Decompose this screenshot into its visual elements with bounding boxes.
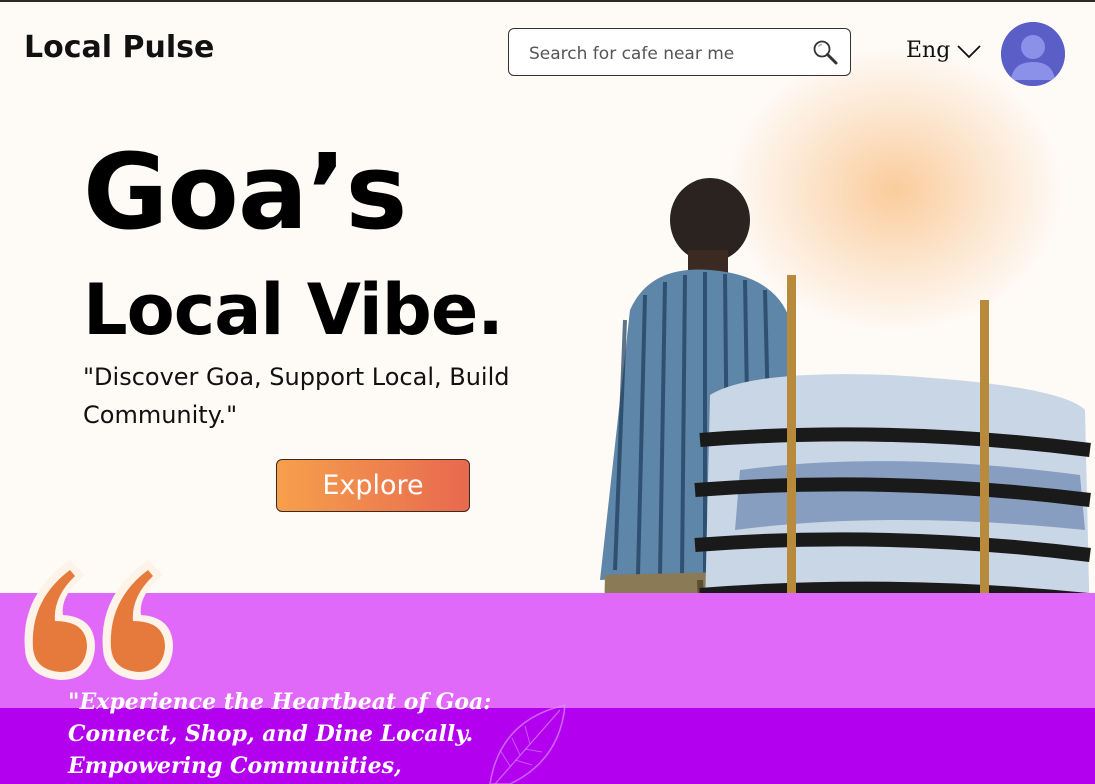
quote-line: Connect, Shop, and Dine Locally. — [68, 721, 474, 747]
search-bar[interactable] — [508, 28, 851, 76]
language-selector[interactable]: Eng — [906, 38, 982, 63]
search-icon[interactable] — [811, 38, 841, 68]
hero-title-line2: Local Vibe. — [83, 269, 504, 351]
avatar[interactable] — [1001, 22, 1065, 86]
quote-mark-icon — [24, 560, 173, 680]
brand-logo[interactable]: Local Pulse — [24, 30, 214, 65]
language-label: Eng — [906, 38, 951, 63]
top-border — [0, 0, 1095, 2]
quote-text: "Experience the Heartbeat of Goa: Connec… — [68, 686, 528, 782]
hero-tagline: "Discover Goa, Support Local, Build Comm… — [83, 363, 510, 429]
search-input[interactable] — [527, 40, 801, 68]
explore-button[interactable]: Explore — [276, 459, 470, 512]
quote-line: "Experience the Heartbeat of Goa: — [68, 689, 492, 715]
hero-title-line1: Goa’s — [83, 131, 407, 253]
quote-line: Empowering Communities, — [68, 753, 402, 779]
user-icon — [1001, 22, 1065, 86]
chevron-down-icon — [957, 44, 981, 58]
